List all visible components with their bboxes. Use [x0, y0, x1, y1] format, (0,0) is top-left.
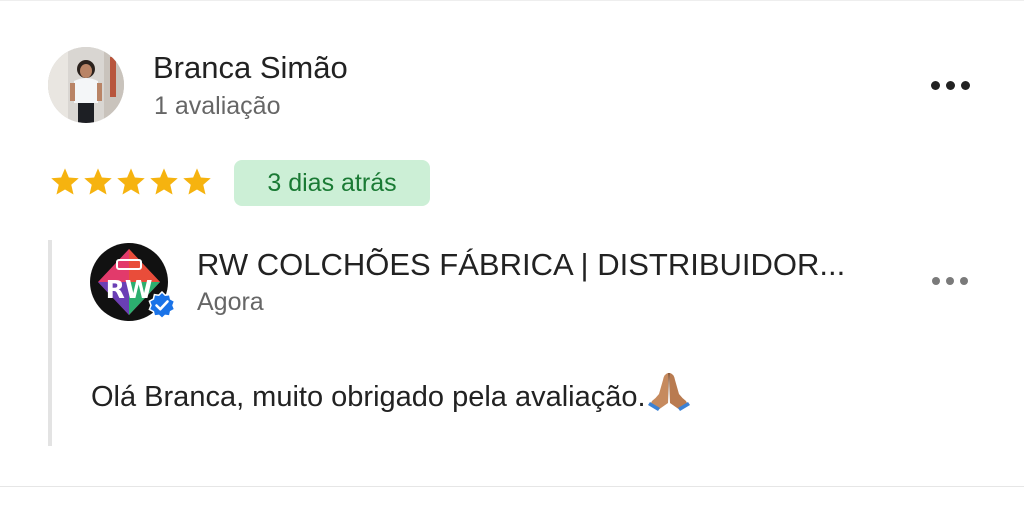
reply-text-line: Olá Branca, muito obrigado pela avaliaçã… — [91, 370, 692, 417]
star-icon — [150, 168, 178, 195]
bottom-divider — [0, 486, 1024, 487]
review-date-badge: 3 dias atrás — [234, 160, 430, 206]
reply-time: Agora — [197, 288, 264, 316]
reply-more-options-icon[interactable] — [926, 266, 974, 296]
star-icon — [51, 168, 79, 195]
folded-hands-icon — [646, 370, 692, 412]
business-name[interactable]: RW COLCHÕES FÁBRICA | DISTRIBUIDOR... — [197, 247, 845, 283]
star-rating — [49, 166, 213, 198]
review-card: Branca Simão 1 avaliação 3 dias atrás RW — [0, 0, 1024, 514]
reply-indent-bar — [48, 240, 52, 446]
reply-text: Olá Branca, muito obrigado pela avaliaçã… — [91, 381, 646, 413]
reviewer-review-count: 1 avaliação — [154, 92, 281, 120]
star-icon — [117, 168, 145, 195]
verified-check-icon — [148, 290, 176, 320]
review-more-options-icon[interactable] — [926, 70, 974, 100]
reviewer-name[interactable]: Branca Simão — [153, 50, 348, 86]
reviewer-avatar[interactable] — [48, 47, 124, 123]
top-divider — [0, 0, 1024, 1]
star-icon — [84, 168, 112, 195]
star-icon — [183, 168, 211, 195]
svg-text:RW: RW — [106, 275, 153, 304]
